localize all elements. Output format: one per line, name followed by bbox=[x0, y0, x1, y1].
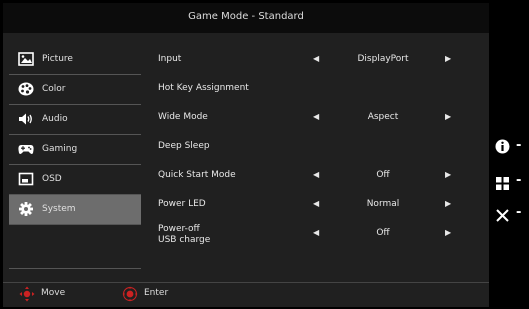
right-arrow-icon[interactable]: ▶ bbox=[445, 199, 451, 208]
system-menu: Input ◀ DisplayPort ▶ Hot Key Assignment… bbox=[158, 45, 478, 248]
osd-menu: Game Mode - Standard Picture Color Audio bbox=[3, 3, 489, 307]
joystick-enter-icon bbox=[122, 286, 138, 302]
key-dash: - bbox=[516, 205, 522, 220]
key-dash: - bbox=[516, 138, 522, 153]
left-arrow-icon[interactable]: ◀ bbox=[313, 54, 319, 63]
sidebar-item-picture[interactable]: Picture bbox=[9, 45, 141, 75]
row-label: Power-off USB charge bbox=[158, 224, 211, 245]
key-dash: - bbox=[516, 173, 522, 188]
left-arrow-icon[interactable]: ◀ bbox=[313, 199, 319, 208]
menu-row-quick-start-mode[interactable]: Quick Start Mode ◀ Off ▶ bbox=[158, 161, 478, 190]
grid-icon bbox=[496, 175, 509, 194]
picture-icon bbox=[18, 52, 34, 66]
menu-row-power-off-usb-charge[interactable]: Power-off USB charge ◀ Off ▶ bbox=[158, 219, 478, 248]
row-label: Deep Sleep bbox=[158, 141, 210, 151]
menu-row-wide-mode[interactable]: Wide Mode ◀ Aspect ▶ bbox=[158, 103, 478, 132]
sidebar-divider bbox=[9, 225, 141, 269]
right-arrow-icon[interactable]: ▶ bbox=[445, 170, 451, 179]
right-arrow-icon[interactable]: ▶ bbox=[445, 112, 451, 121]
title-bar: Game Mode - Standard bbox=[3, 3, 489, 33]
row-label: Input bbox=[158, 54, 182, 64]
footer-hints: Move Enter bbox=[3, 282, 489, 307]
left-arrow-icon[interactable]: ◀ bbox=[313, 228, 319, 237]
grid-key[interactable]: - bbox=[495, 173, 525, 194]
sidebar-item-osd[interactable]: OSD bbox=[9, 165, 141, 195]
osd-icon bbox=[18, 172, 34, 186]
info-key[interactable]: - bbox=[495, 138, 525, 159]
close-icon bbox=[496, 207, 509, 226]
sidebar-item-color[interactable]: Color bbox=[9, 75, 141, 105]
enter-hint: Enter bbox=[144, 288, 169, 298]
row-value: Off bbox=[376, 228, 390, 238]
row-value: DisplayPort bbox=[357, 54, 409, 64]
left-arrow-icon[interactable]: ◀ bbox=[313, 112, 319, 121]
row-value: Off bbox=[376, 170, 390, 180]
sidebar-item-system[interactable]: System bbox=[9, 195, 141, 225]
info-icon bbox=[495, 139, 510, 158]
joystick-move-icon bbox=[19, 286, 35, 302]
menu-row-power-led[interactable]: Power LED ◀ Normal ▶ bbox=[158, 190, 478, 219]
left-arrow-icon[interactable]: ◀ bbox=[313, 170, 319, 179]
gear-icon bbox=[18, 202, 34, 216]
right-arrow-icon[interactable]: ▶ bbox=[445, 228, 451, 237]
title-notch bbox=[463, 3, 489, 33]
palette-icon bbox=[18, 82, 34, 96]
menu-row-input[interactable]: Input ◀ DisplayPort ▶ bbox=[158, 45, 478, 74]
sidebar: Picture Color Audio Gaming OSD System bbox=[9, 45, 141, 269]
menu-row-deep-sleep[interactable]: Deep Sleep bbox=[158, 132, 478, 161]
right-arrow-icon[interactable]: ▶ bbox=[445, 54, 451, 63]
sidebar-item-label: Audio bbox=[42, 114, 68, 124]
sidebar-item-audio[interactable]: Audio bbox=[9, 105, 141, 135]
sidebar-item-label: Gaming bbox=[42, 144, 78, 154]
sidebar-item-gaming[interactable]: Gaming bbox=[9, 135, 141, 165]
row-label: Quick Start Mode bbox=[158, 170, 236, 180]
close-key[interactable]: - bbox=[495, 205, 525, 226]
menu-row-hot-key-assignment[interactable]: Hot Key Assignment bbox=[158, 74, 478, 103]
sidebar-item-label: Color bbox=[42, 84, 66, 94]
row-value: Normal bbox=[366, 199, 400, 209]
row-label: Hot Key Assignment bbox=[158, 83, 249, 93]
row-value: Aspect bbox=[367, 112, 399, 122]
sidebar-item-label: Picture bbox=[42, 54, 73, 64]
row-label: Wide Mode bbox=[158, 112, 208, 122]
speaker-icon bbox=[18, 112, 34, 126]
sidebar-item-label: System bbox=[42, 204, 76, 214]
row-label: Power LED bbox=[158, 199, 206, 209]
page-title: Game Mode - Standard bbox=[188, 11, 304, 22]
sidebar-item-label: OSD bbox=[42, 174, 62, 184]
move-hint: Move bbox=[41, 288, 66, 298]
gamepad-icon bbox=[18, 142, 34, 156]
